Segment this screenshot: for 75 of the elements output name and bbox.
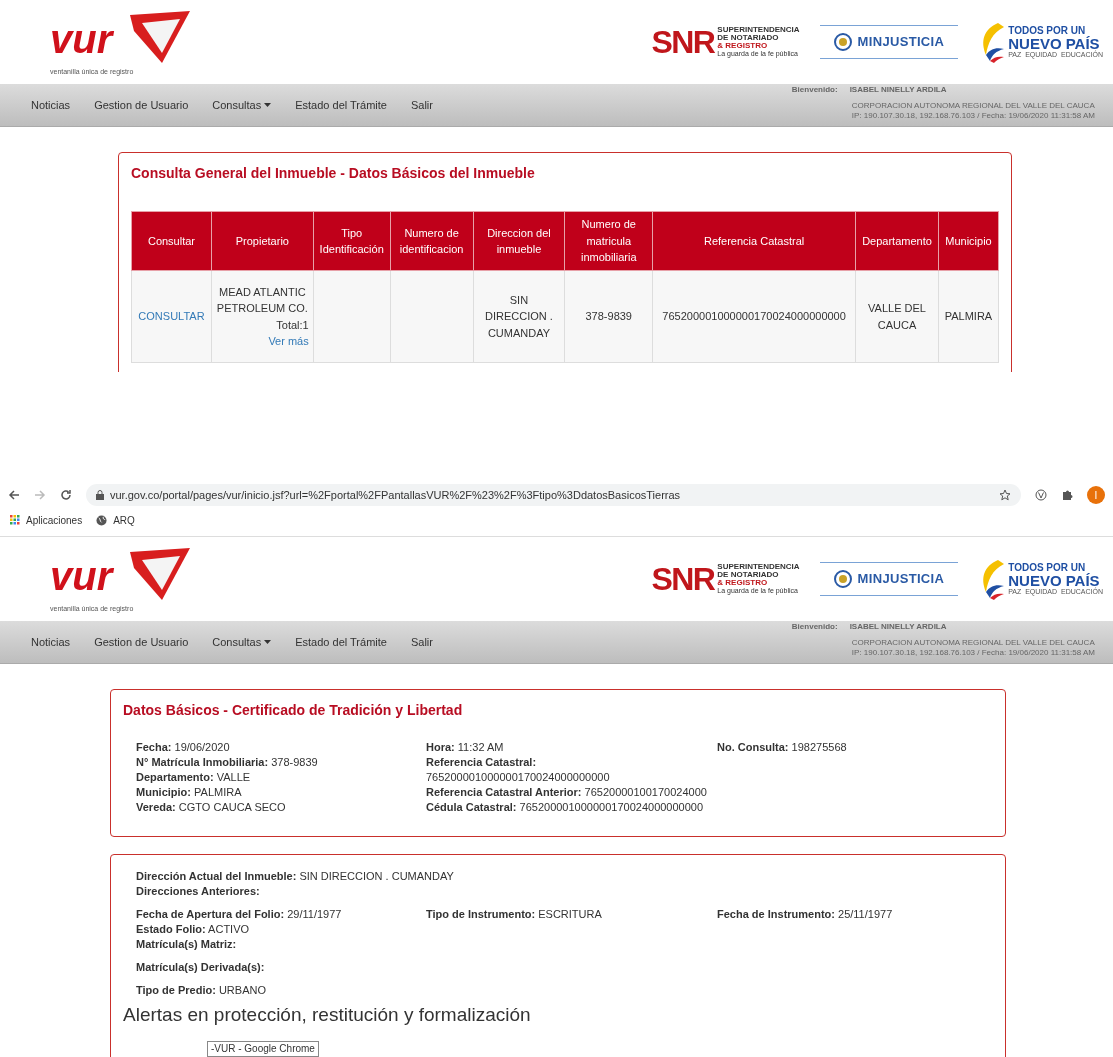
table-cell: 765200001000000170024000000000 <box>652 270 856 363</box>
extension-icon[interactable] <box>1035 489 1047 501</box>
info-field: Cédula Catastral: 765200001000000170024000000000 <box>426 800 717 815</box>
info-field: Estado Folio: ACTIVO <box>136 922 426 937</box>
consult-link[interactable]: CONSULTAR <box>138 310 205 323</box>
nav-link[interactable]: Gestion de Usuario <box>94 633 189 651</box>
nav-link[interactable]: Noticias <box>31 633 71 651</box>
globe-icon <box>96 514 108 526</box>
minjusticia-logo: MINJUSTICIA <box>819 562 959 596</box>
owner-name: MEAD ATLANTIC PETROLEUM CO. <box>215 284 309 316</box>
address-bar[interactable]: vur.gov.co/portal/pages/vur/inicio.jsf?url=%2Fportal%2FPantallasVUR%2F%23%2F%3Ftipo%3DdatosBasicosTierras <box>86 484 1021 506</box>
panel-title: Consulta General del Inmueble - Datos Básicos del Inmueble <box>131 164 536 183</box>
column-header: Numero de matricula inmobiliaria <box>564 211 653 271</box>
info-field: Matrícula(s) Derivada(s): <box>136 960 993 975</box>
panel-title: Datos Básicos - Certificado de Tradición y Libertad <box>123 701 464 720</box>
caret-icon <box>264 103 272 107</box>
info-field: Referencia Catastral: 765200001000000170024000000000 <box>426 755 717 785</box>
minjusticia-logo: MINJUSTICIA <box>819 25 959 59</box>
column-header: Municipio <box>938 211 999 271</box>
star-icon[interactable] <box>999 489 1011 501</box>
nav-link[interactable]: Gestion de Usuario <box>94 96 189 114</box>
nav-link[interactable]: Consultas <box>212 96 272 114</box>
column-header: Referencia Catastral <box>652 211 856 271</box>
table-cell: 378-9839 <box>564 270 653 363</box>
welcome-label: Bienvenido: <box>791 85 838 95</box>
caret-icon <box>264 640 272 644</box>
nav-link[interactable]: Salir <box>410 96 433 114</box>
info-field: Vereda: CGTO CAUCA SECO <box>136 800 426 815</box>
bookmark[interactable]: Aplicaciones <box>10 512 83 528</box>
info-field: Tipo de Predio: URBANO <box>136 983 993 998</box>
nav-link[interactable]: Noticias <box>31 96 71 114</box>
organization-name: CORPORACION AUTONOMA REGIONAL DEL VALLE DEL CAUCA <box>851 101 1095 111</box>
apps-grid-icon <box>10 515 20 525</box>
column-header: Numero de identificacion <box>390 211 474 271</box>
table-cell: SIN DIRECCION . CUMANDAY <box>473 270 565 363</box>
column-header: Tipo Identificación <box>313 211 391 271</box>
lock-icon <box>96 490 104 500</box>
info-field: Fecha: 19/06/2020 <box>136 740 426 755</box>
info-field: Tipo de Instrumento: ESCRITURA <box>426 907 717 922</box>
user-name: ISABEL NINELLY ARDILA <box>849 622 947 632</box>
session-info: IP: 190.107.30.18, 192.168.76.103 / Fecha: 19/06/2020 11:31:58 AM <box>851 111 1095 121</box>
organization-name: CORPORACION AUTONOMA REGIONAL DEL VALLE DEL CAUCA <box>851 638 1095 648</box>
info-field: No. Consulta: 198275568 <box>717 740 993 755</box>
user-name: ISABEL NINELLY ARDILA <box>849 85 947 95</box>
nav-link[interactable]: Salir <box>410 633 433 651</box>
info-field: Referencia Catastral Anterior: 76520000100170024000 <box>426 785 717 800</box>
info-field: Fecha de Instrumento: 25/11/1977 <box>717 907 993 922</box>
column-header: Propietario <box>211 211 314 271</box>
owner-total: Total:1 <box>275 317 309 333</box>
nav-link[interactable]: Estado del Trámite <box>295 633 387 651</box>
info-field: Hora: 11:32 AM <box>426 740 717 755</box>
back-icon[interactable] <box>8 489 20 501</box>
table-cell: VALLE DEL CAUCA <box>855 270 939 363</box>
tooltip: -VUR - Google Chrome <box>207 1041 319 1057</box>
info-field: Matrícula(s) Matriz: <box>136 937 426 952</box>
nav-link[interactable]: Estado del Trámite <box>295 96 387 114</box>
info-field: Municipio: PALMIRA <box>136 785 426 800</box>
bookmark[interactable]: ARQ <box>96 512 135 528</box>
puzzle-icon[interactable] <box>1061 489 1073 501</box>
info-field: N° Matrícula Inmobiliaria: 378-9839 <box>136 755 426 770</box>
info-field: Departamento: VALLE <box>136 770 426 785</box>
table-cell: PALMIRA <box>938 270 999 363</box>
nav-link[interactable]: Consultas <box>212 633 272 651</box>
see-more-link[interactable]: Ver más <box>215 333 309 350</box>
column-header: Direccion del inmueble <box>473 211 565 271</box>
info-field: Fecha de Apertura del Folio: 29/11/1977 <box>136 907 426 922</box>
welcome-label: Bienvenido: <box>791 622 838 632</box>
column-header: Departamento <box>855 211 939 271</box>
column-header: Consultar <box>131 211 212 271</box>
info-field: Dirección Actual del Inmueble: SIN DIRECCION . CUMANDAY <box>136 869 993 884</box>
info-field: Direcciones Anteriores: <box>136 884 993 899</box>
section-heading: Alertas en protección, restitución y formalización <box>123 1004 532 1026</box>
session-info: IP: 190.107.30.18, 192.168.76.103 / Fecha: 19/06/2020 11:31:58 AM <box>851 648 1095 658</box>
url-text: vur.gov.co/portal/pages/vur/inicio.jsf?url=%2Fportal%2FPantallasVUR%2F%23%2F%3Ftipo%3DdatosBasicosTierras <box>110 487 681 503</box>
reload-icon[interactable] <box>60 489 72 501</box>
